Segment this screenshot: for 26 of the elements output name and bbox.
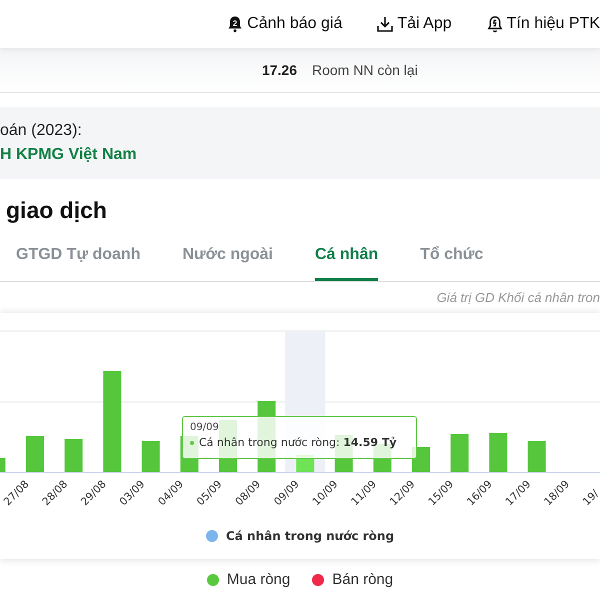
series-dot-icon xyxy=(190,440,194,444)
legend-label[interactable]: Cá nhân trong nước ròng xyxy=(226,529,394,543)
bell-icon xyxy=(486,15,504,33)
stat-value: 17.26 xyxy=(260,62,297,78)
tooltip-value: Cá nhân trong nước ròng: 14.59 Tỷ xyxy=(199,436,397,449)
section-title: giao dịch xyxy=(6,197,108,224)
bar xyxy=(489,433,508,472)
axis-label: 19/ xyxy=(580,488,600,508)
bar xyxy=(528,441,546,472)
chart-note: Giá trị GD Khối cá nhân tron xyxy=(436,290,600,305)
tab[interactable]: Cá nhân xyxy=(315,240,378,281)
download-icon xyxy=(376,15,394,33)
auditor-name: H KPMG Việt Nam xyxy=(0,146,138,164)
header-link[interactable]: Tải App xyxy=(376,15,452,33)
bar xyxy=(64,439,83,472)
stat-label: Room NN còn lại xyxy=(312,62,418,78)
legend-label: Mua ròng xyxy=(226,571,290,588)
legend-label: Bán ròng xyxy=(332,571,394,588)
bar xyxy=(26,436,44,472)
bar xyxy=(142,441,160,472)
header-link[interactable]: Tín hiệu PTK xyxy=(486,15,600,33)
auditor-label: oán (2023): xyxy=(0,122,83,140)
bar xyxy=(0,458,6,472)
header-link[interactable]: 2 Cảnh báo giá xyxy=(226,15,342,33)
bar xyxy=(450,434,469,472)
tooltip-date: 09/09 xyxy=(190,422,220,433)
